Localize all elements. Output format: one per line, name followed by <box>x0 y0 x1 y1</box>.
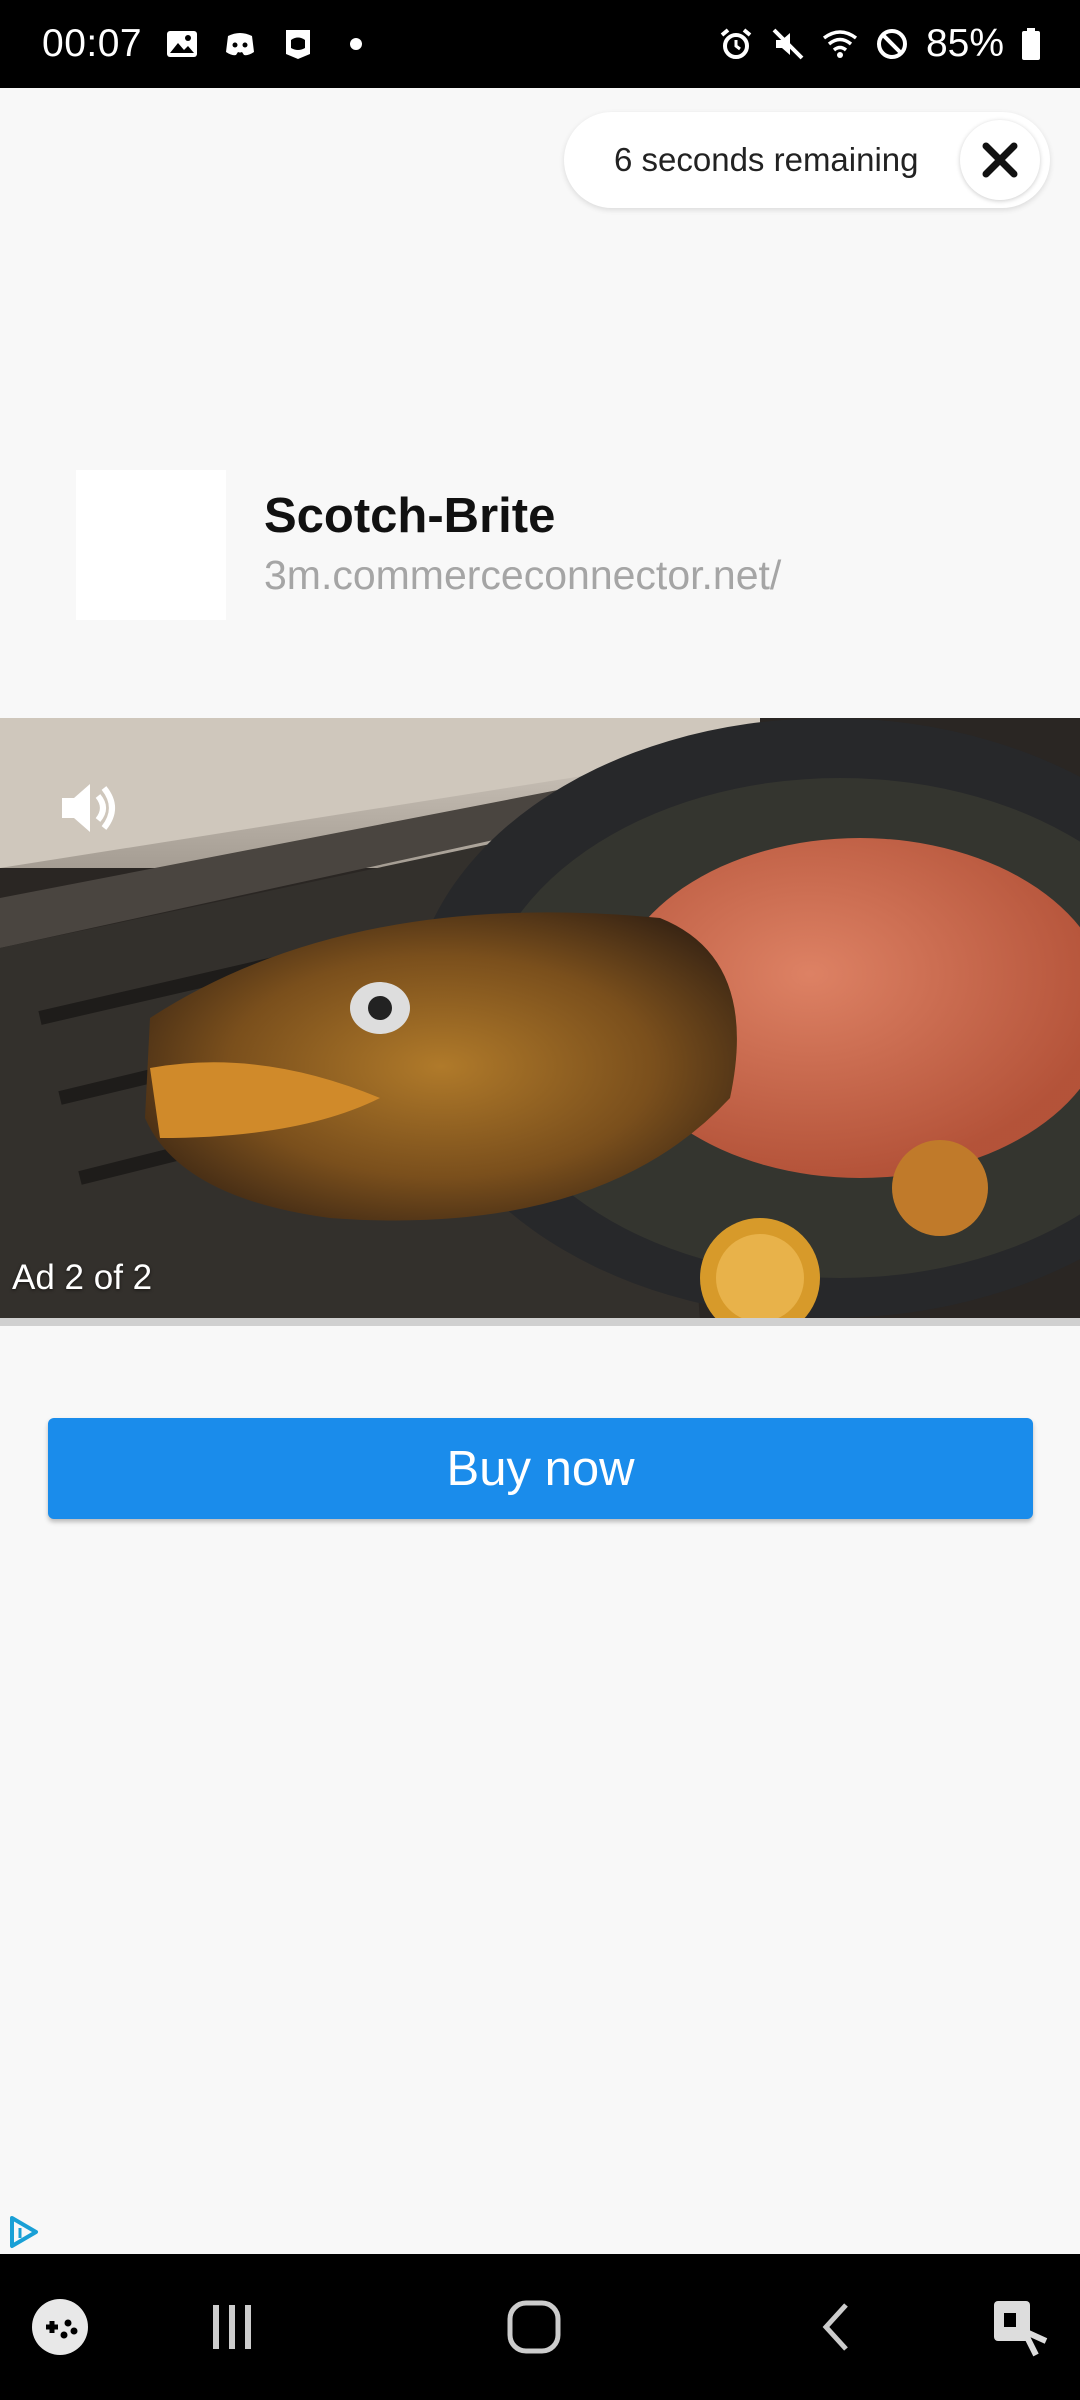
advertiser-name[interactable]: Scotch-Brite <box>264 488 555 544</box>
back-button[interactable] <box>798 2254 878 2400</box>
video-frame-image <box>0 718 1080 1320</box>
mute-icon <box>770 26 806 62</box>
close-icon <box>980 140 1020 180</box>
video-progress-bar <box>0 1318 1080 1326</box>
battery-percent: 85% <box>925 22 1004 65</box>
discord-icon <box>222 26 258 62</box>
status-bar: 00:07 85% <box>0 0 1080 88</box>
home-icon <box>504 2297 564 2357</box>
home-button[interactable] <box>494 2254 574 2400</box>
buy-now-button[interactable]: Buy now <box>48 1418 1033 1519</box>
gallery-icon <box>164 26 200 62</box>
countdown-text: 6 seconds remaining <box>614 141 919 178</box>
recents-button[interactable] <box>192 2254 272 2400</box>
wifi-icon <box>822 26 858 62</box>
alarm-icon <box>718 26 754 62</box>
game-launcher-button[interactable] <box>20 2254 100 2400</box>
accessibility-icon <box>990 2297 1050 2357</box>
navigation-bar <box>0 2254 1080 2400</box>
battery-icon <box>1020 26 1042 62</box>
back-icon <box>810 2299 866 2355</box>
adchoices-icon[interactable] <box>6 2214 42 2250</box>
status-time: 00:07 <box>42 22 143 65</box>
notification-dot-icon <box>338 26 374 62</box>
ad-counter: Ad 2 of 2 <box>12 1258 153 1297</box>
game-launcher-icon <box>30 2297 90 2357</box>
advertiser-url[interactable]: 3m.commerceconnector.net/ <box>264 552 781 599</box>
do-not-disturb-icon <box>874 26 910 62</box>
chat-app-icon <box>280 26 316 62</box>
close-ad-button[interactable] <box>960 120 1040 200</box>
ad-video[interactable]: Ad 2 of 2 <box>0 718 1080 1320</box>
volume-button[interactable] <box>56 776 120 840</box>
recents-icon <box>204 2299 260 2355</box>
skip-countdown-pill: 6 seconds remaining <box>564 112 1050 208</box>
accessibility-button[interactable] <box>980 2254 1060 2400</box>
advertiser-logo[interactable] <box>76 470 226 620</box>
volume-icon <box>56 776 120 845</box>
